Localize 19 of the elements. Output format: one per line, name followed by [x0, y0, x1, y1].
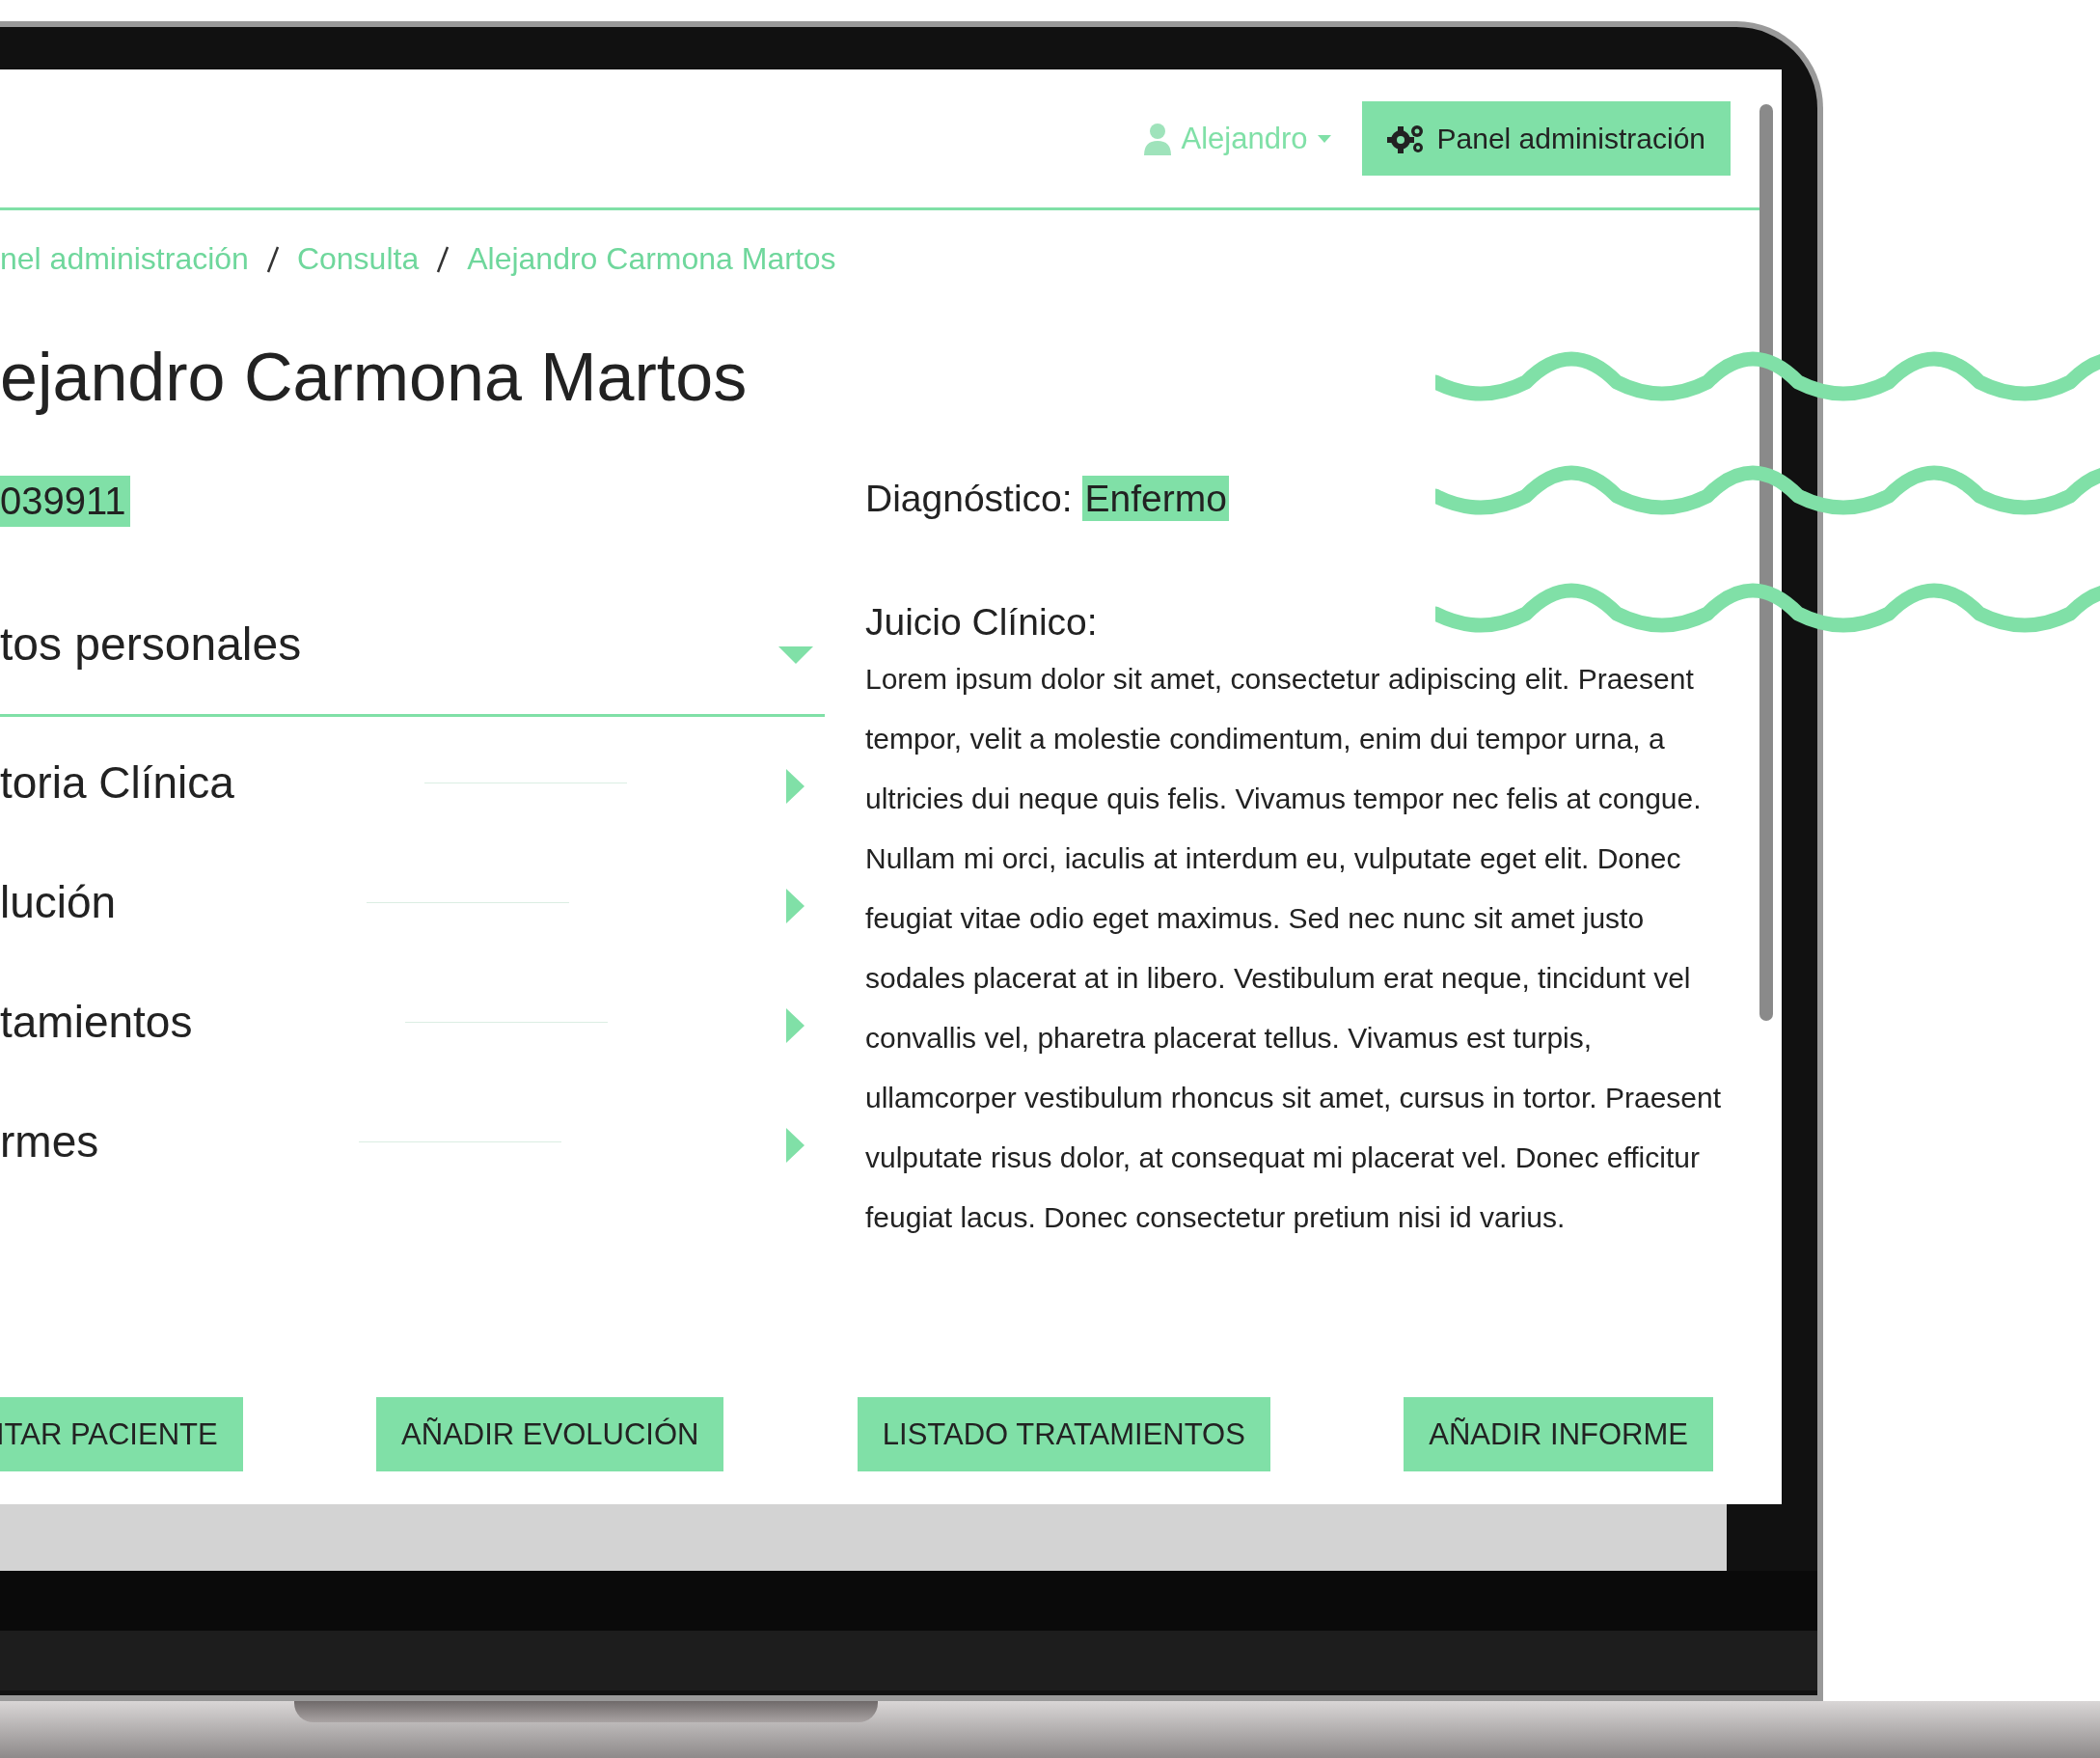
action-button[interactable]: AÑADIR EVOLUCIÓN [376, 1397, 724, 1471]
patient-id-badge: 039911 [0, 476, 130, 527]
accordion-header[interactable]: rmes [0, 1082, 825, 1201]
accordion-header[interactable]: lución [0, 842, 825, 962]
scrollbar[interactable] [1759, 104, 1773, 1021]
action-button[interactable]: LISTADO TRATAMIENTOS [857, 1397, 1270, 1471]
user-icon [1142, 122, 1172, 155]
accordion-header[interactable]: toria Clínica [0, 723, 825, 842]
accordion-header[interactable]: tos personales [0, 618, 825, 717]
section-label: Juicio Clínico: [865, 601, 1099, 644]
patient-name-heading: ejandro Carmona Martos [0, 339, 749, 416]
slash-icon [436, 244, 450, 274]
accordion-header[interactable]: tamientos [0, 962, 825, 1082]
clinical-judgment-text: Lorem ipsum dolor sit amet, consectetur adipiscing elit. Praesent tempor, velit a molestie condimentum, enim dui tempor urna, a ultricies dui neque quis felis. Vivamus tempor nec felis at congue. Nullam mi orci, iaculis at interdum eu, vulputate eget elit. Donec feugiat vitae odio eget maximus. Sed nec nunc sit amet justo sodales placerat at in libero. Vestibulum erat neque, tincidunt vel convallis vel, pharetra placerat tellus. Vivamus est turpis, ullamcorper vestibulum rhoncus sit amet, cursus in tortor. Praesent vulputate risus dolor, at consequat mi placerat vel. Donec efficitur feugiat lacus. Donec consectetur pretium nisi id varius. [865, 662, 1723, 1235]
caret-icon [1317, 134, 1331, 143]
diagnosis-text: Diagnóstico: Enfermo [865, 478, 1230, 520]
slash-icon [265, 244, 280, 274]
action-button[interactable]: AÑADIR INFORME [1404, 1397, 1713, 1471]
admin-panel-button[interactable]: Panel administración [1361, 101, 1731, 176]
